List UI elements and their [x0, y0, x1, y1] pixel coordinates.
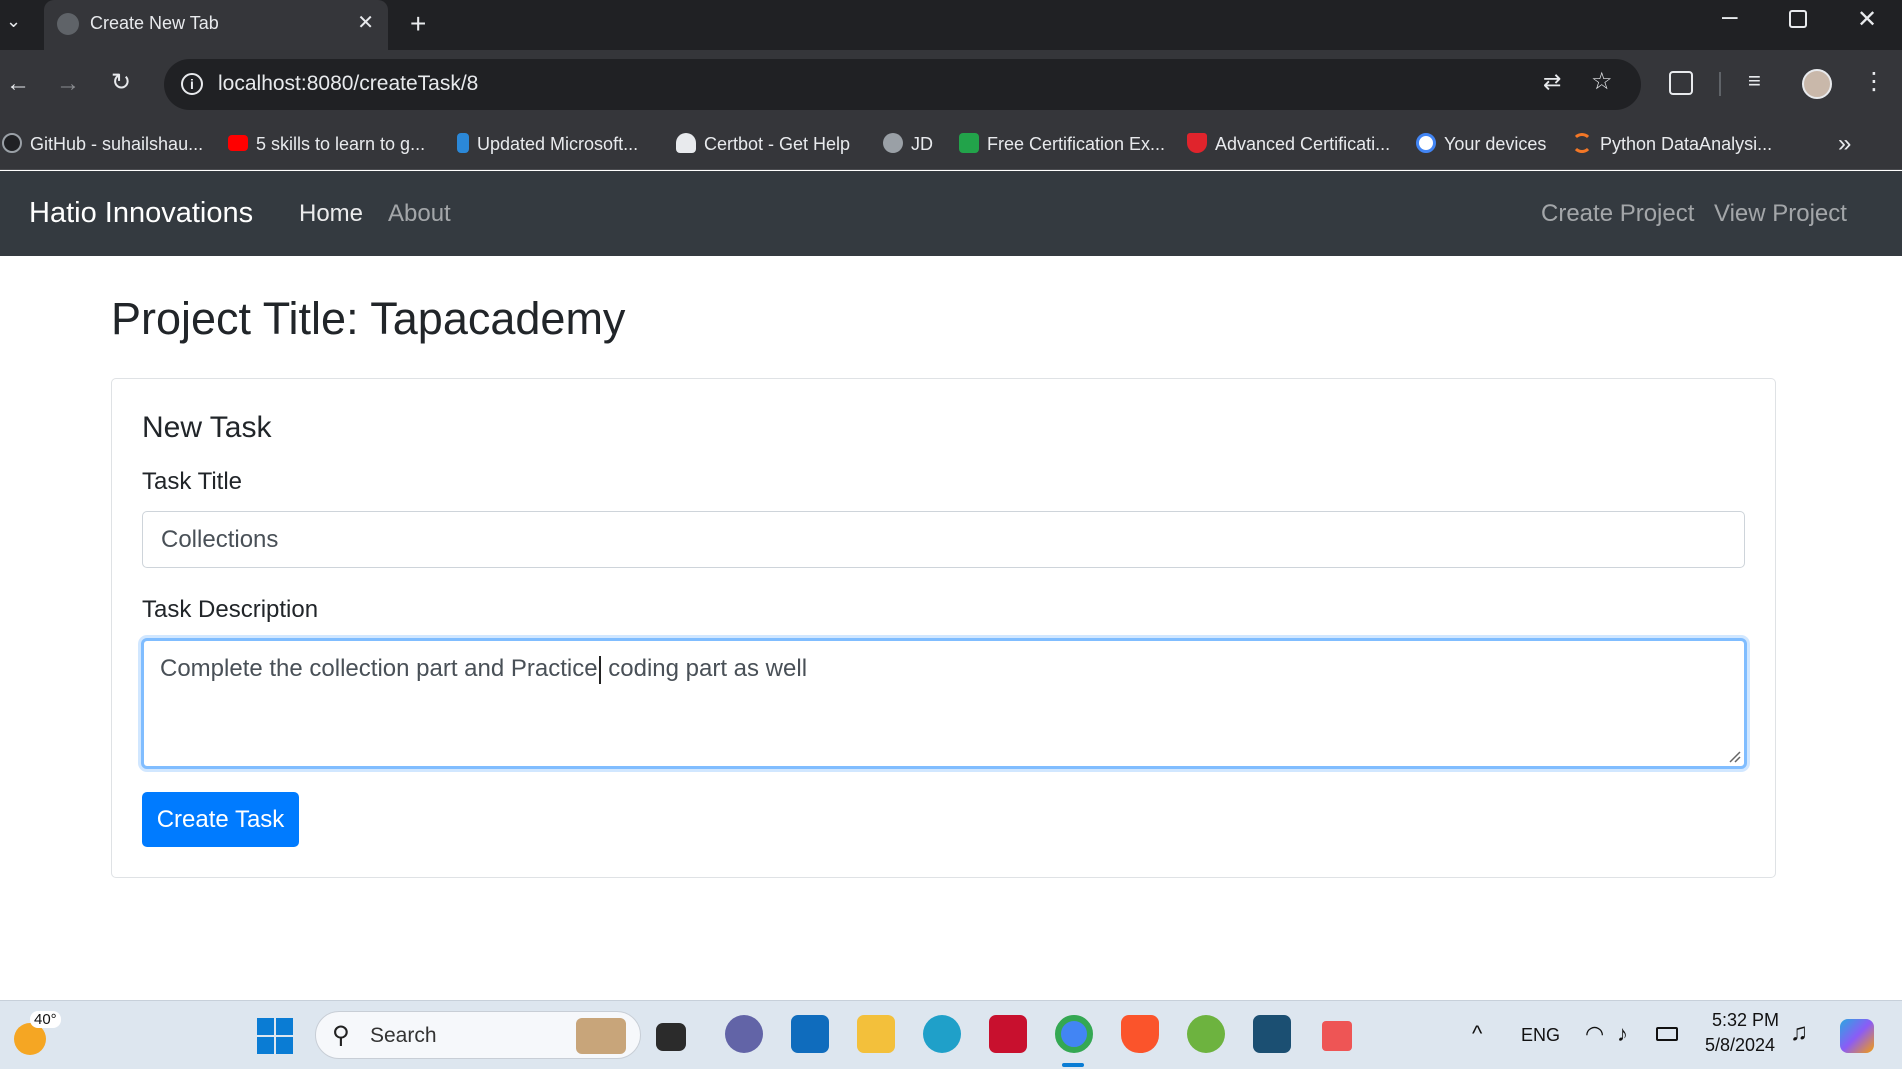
- edge-icon[interactable]: [923, 1015, 961, 1053]
- nav-link-create-project[interactable]: Create Project: [1541, 200, 1694, 228]
- teams-chat-icon[interactable]: [725, 1015, 763, 1053]
- tab-search-chevron-icon[interactable]: ⌄: [6, 12, 21, 30]
- microsoft-learn-icon: [457, 133, 469, 154]
- task-description-textarea[interactable]: Complete the collection part and Practic…: [141, 638, 1747, 769]
- task-title-label: Task Title: [142, 468, 243, 495]
- nav-link-about[interactable]: About: [388, 200, 451, 228]
- language-indicator[interactable]: ENG: [1521, 1025, 1560, 1046]
- navbar-brand[interactable]: Hatio Innovations: [29, 197, 253, 230]
- task-description-text-before-caret: Complete the collection part and Practic…: [160, 655, 598, 682]
- page-title: Project Title: Tapacademy: [111, 293, 626, 344]
- pa-icon: [959, 133, 979, 154]
- new-task-card: [111, 378, 1776, 878]
- task-description-label: Task Description: [142, 596, 319, 623]
- translate-icon[interactable]: ⇄: [1543, 71, 1561, 93]
- certbot-icon: [676, 133, 696, 154]
- create-task-button[interactable]: Create Task: [142, 792, 299, 847]
- bookmark-youtube[interactable]: 5 skills to learn to g...: [228, 131, 425, 157]
- close-window-icon[interactable]: ✕: [1857, 8, 1877, 32]
- nav-link-view-project[interactable]: View Project: [1714, 200, 1847, 228]
- spring-tools-icon[interactable]: [1187, 1015, 1225, 1053]
- file-explorer-icon[interactable]: [857, 1015, 895, 1053]
- minimize-window-icon[interactable]: –: [1722, 2, 1738, 30]
- tab-title: Create New Tab: [90, 13, 219, 33]
- app-navbar: Hatio Innovations Home About Create Proj…: [0, 171, 1902, 256]
- mysql-workbench-icon[interactable]: [1253, 1015, 1291, 1053]
- snipping-tool-icon[interactable]: [1322, 1021, 1352, 1051]
- search-highlight-image-icon: [576, 1018, 626, 1054]
- taskbar-search-box[interactable]: ⚲ Search: [315, 1011, 641, 1059]
- youtube-icon: [228, 135, 248, 152]
- menu-kebab-icon[interactable]: ⋮: [1862, 70, 1886, 94]
- mail-icon[interactable]: [791, 1015, 829, 1053]
- globe-icon: [883, 133, 903, 154]
- profile-avatar[interactable]: [1802, 69, 1832, 99]
- back-icon[interactable]: ←: [6, 72, 30, 96]
- chrome-active-indicator: [1062, 1063, 1084, 1067]
- browser-toolbar: ← → ↻ i localhost:8080/createTask/8 ⇄ ☆ …: [0, 50, 1902, 120]
- show-hidden-icons-chevron[interactable]: ^: [1472, 1021, 1482, 1047]
- toolbar-divider: [1719, 72, 1721, 96]
- google-icon: [1416, 133, 1436, 154]
- windows-start-icon[interactable]: [257, 1018, 293, 1054]
- taskbar-search-placeholder: Search: [370, 1024, 437, 1047]
- card-title: New Task: [142, 411, 272, 444]
- windows-taskbar: 40° ⚲ Search ^ ENG ◠ ♪ 5:32 PM 5/8/2024 …: [0, 1000, 1902, 1069]
- notification-bell-icon[interactable]: ♫: [1790, 1019, 1808, 1047]
- search-icon: ⚲: [332, 1022, 350, 1049]
- address-bar[interactable]: i localhost:8080/createTask/8 ⇄ ☆: [164, 59, 1641, 110]
- chrome-icon[interactable]: [1055, 1015, 1093, 1053]
- jupyter-icon: [1572, 133, 1592, 154]
- battery-icon[interactable]: [1656, 1027, 1678, 1041]
- clock-time[interactable]: 5:32 PM: [1712, 1010, 1779, 1031]
- new-tab-button[interactable]: +: [410, 10, 426, 38]
- bookmark-free-certification[interactable]: Free Certification Ex...: [959, 131, 1165, 157]
- task-description-text-after-caret: coding part as well: [601, 655, 808, 682]
- resize-grip-icon[interactable]: [1728, 750, 1741, 763]
- text-caret: [598, 655, 601, 684]
- bookmark-github[interactable]: GitHub - suhailshau...: [2, 131, 203, 157]
- weather-temperature: 40°: [30, 1011, 61, 1028]
- bookmark-certbot[interactable]: Certbot - Get Help: [676, 131, 850, 157]
- brave-icon[interactable]: [1121, 1015, 1159, 1053]
- tab-close-icon[interactable]: ✕: [357, 10, 374, 35]
- media-controls-icon[interactable]: ≡: [1748, 70, 1761, 92]
- bookmark-jd[interactable]: JD: [883, 131, 933, 157]
- address-url[interactable]: localhost:8080/createTask/8: [218, 72, 478, 96]
- site-info-icon[interactable]: i: [181, 73, 203, 95]
- bookmarks-bar: GitHub - suhailshau... 5 skills to learn…: [0, 120, 1902, 170]
- task-title-input[interactable]: Collections: [142, 511, 1745, 568]
- shield-icon: [1187, 133, 1207, 154]
- extensions-icon[interactable]: [1669, 71, 1693, 95]
- bookmark-your-devices[interactable]: Your devices: [1416, 131, 1546, 157]
- github-icon: [2, 133, 22, 154]
- tab-favicon-icon: [57, 13, 79, 35]
- bookmark-microsoft[interactable]: Updated Microsoft...: [457, 131, 638, 157]
- volume-icon[interactable]: ♪: [1617, 1021, 1628, 1047]
- bookmark-advanced-certification[interactable]: Advanced Certificati...: [1187, 131, 1390, 157]
- copilot-icon[interactable]: [1840, 1019, 1874, 1053]
- bookmark-star-icon[interactable]: ☆: [1591, 70, 1613, 94]
- browser-tab-active[interactable]: Create New Tab ✕: [44, 0, 388, 50]
- task-view-icon[interactable]: [656, 1023, 686, 1051]
- more-bookmarks-icon[interactable]: »: [1838, 131, 1851, 157]
- forward-icon[interactable]: →: [56, 72, 80, 96]
- reload-icon[interactable]: ↻: [111, 71, 131, 95]
- nav-link-home[interactable]: Home: [299, 200, 363, 228]
- acrobat-icon[interactable]: [989, 1015, 1027, 1053]
- restore-window-icon[interactable]: [1789, 10, 1807, 28]
- clock-date[interactable]: 5/8/2024: [1705, 1035, 1775, 1056]
- wifi-icon[interactable]: ◠: [1585, 1021, 1604, 1047]
- bookmark-python-data-analysis[interactable]: Python DataAnalysi...: [1572, 131, 1772, 157]
- browser-tab-strip: ⌄ Create New Tab ✕ + – ✕: [0, 0, 1902, 50]
